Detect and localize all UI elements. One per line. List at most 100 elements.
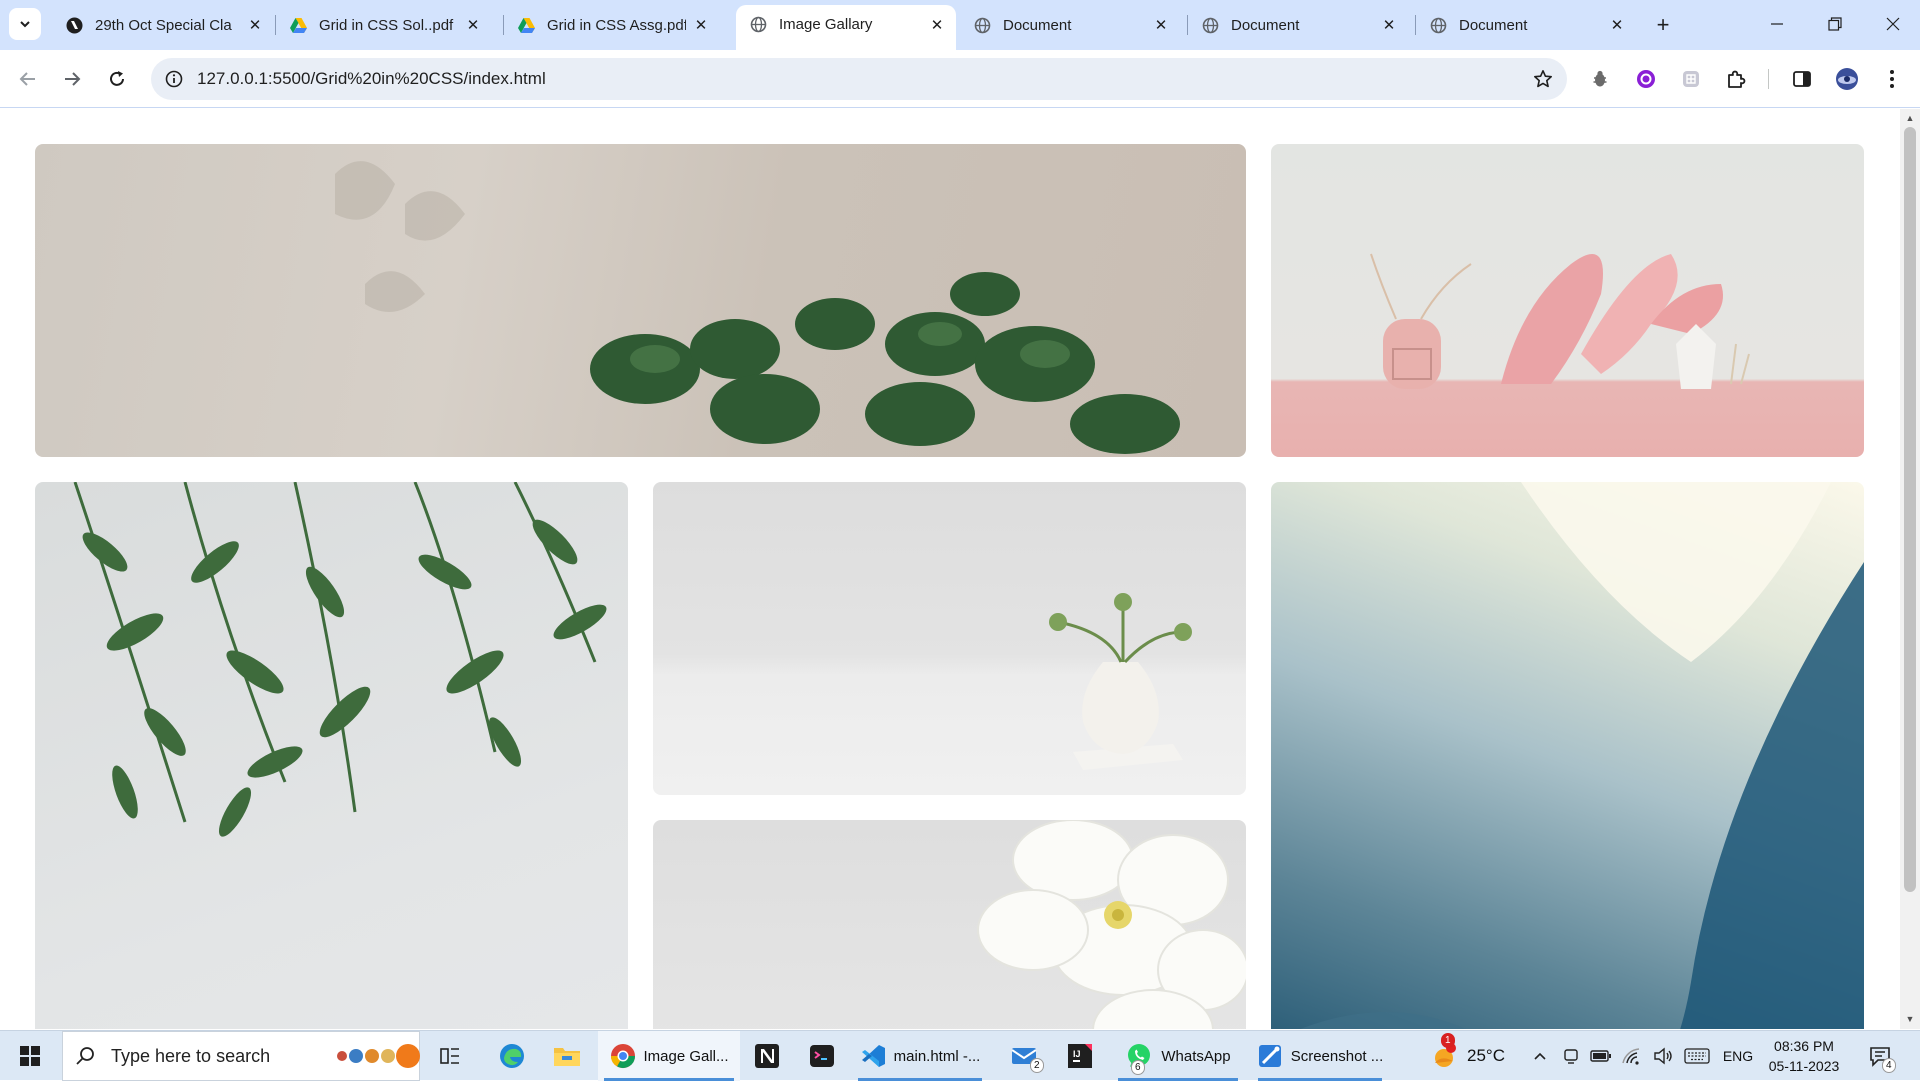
page-viewport	[0, 109, 1900, 1029]
language-indicator[interactable]: ENG	[1718, 1031, 1758, 1081]
taskbar-terminal[interactable]	[800, 1031, 844, 1081]
chrome-icon	[611, 1044, 636, 1069]
taskbar-clock[interactable]: 08:36 PM 05-11-2023	[1756, 1036, 1852, 1076]
screenshot-icon	[1258, 1045, 1281, 1067]
scroll-thumb[interactable]	[1904, 127, 1916, 892]
globe-icon	[974, 17, 991, 34]
profile-avatar[interactable]	[1835, 67, 1859, 91]
task-view-button[interactable]	[428, 1031, 472, 1081]
notification-center-button[interactable]: 4	[1858, 1031, 1902, 1081]
scroll-up-arrow-icon[interactable]: ▲	[1904, 111, 1916, 125]
info-icon[interactable]	[163, 68, 185, 90]
taskbar-app-label: main.html -...	[893, 1047, 981, 1065]
tab-title: Document	[1459, 16, 1528, 34]
globe-icon	[750, 16, 767, 33]
weather-widget[interactable]: 1 25°C	[1420, 1031, 1516, 1081]
windows-taskbar: Type here to search Image Gall... main.h…	[0, 1030, 1920, 1081]
taskbar-edge[interactable]	[490, 1031, 534, 1081]
close-icon[interactable]: ✕	[928, 16, 946, 34]
taskbar-app-label: WhatsApp	[1161, 1047, 1231, 1065]
taskbar-app-label: Screenshot ...	[1290, 1047, 1384, 1065]
restore-button[interactable]	[1806, 0, 1864, 48]
close-icon[interactable]: ✕	[1380, 16, 1398, 34]
tab-title: Document	[1003, 16, 1072, 34]
bookmark-star-icon[interactable]	[1531, 67, 1555, 91]
tab-title: Image Gallary	[779, 16, 873, 33]
taskbar-screenshot[interactable]: Screenshot ...	[1252, 1031, 1388, 1081]
close-icon[interactable]: ✕	[464, 16, 482, 34]
taskbar-jetbrains[interactable]: IJ	[1058, 1031, 1102, 1081]
tab-document-2[interactable]: Document ✕	[1188, 7, 1408, 43]
close-window-button[interactable]	[1864, 0, 1920, 48]
close-icon[interactable]: ✕	[692, 16, 710, 34]
globe-icon	[1202, 17, 1219, 34]
google-drive-icon	[518, 17, 535, 34]
taskbar-mail[interactable]: 2	[1002, 1031, 1048, 1081]
tab-grid-assg-pdf[interactable]: Grid in CSS Assg.pdf ✕	[504, 7, 720, 43]
address-bar[interactable]: 127.0.0.1:5500/Grid%20in%20CSS/index.htm…	[151, 58, 1567, 100]
tab-image-gallary[interactable]: Image Gallary ✕	[736, 5, 956, 50]
close-icon[interactable]: ✕	[246, 16, 264, 34]
language-text: ENG	[1722, 1048, 1754, 1064]
battery-icon[interactable]	[1587, 1031, 1615, 1081]
taskbar-chrome-image-gallery[interactable]: Image Gall...	[598, 1031, 740, 1081]
reload-button[interactable]	[101, 63, 133, 95]
new-tab-button[interactable]: +	[1648, 10, 1678, 40]
gallery-image-pilea-plant	[35, 144, 1246, 457]
taskbar-app-label: Image Gall...	[643, 1047, 729, 1065]
puzzle-icon[interactable]	[1724, 67, 1748, 91]
clock-time: 08:36 PM	[1774, 1038, 1834, 1054]
tab-document-1[interactable]: Document ✕	[960, 7, 1180, 43]
gallery-image-pink-palm	[1271, 144, 1864, 457]
taskbar-search-box[interactable]: Type here to search	[62, 1031, 420, 1081]
search-icon	[76, 1047, 94, 1065]
show-hidden-icons-button[interactable]	[1527, 1031, 1553, 1081]
scroll-down-arrow-icon[interactable]: ▼	[1904, 1012, 1916, 1026]
minimize-icon	[1771, 23, 1783, 25]
meet-now-icon[interactable]	[1558, 1031, 1584, 1081]
keyboard-icon[interactable]	[1681, 1031, 1713, 1081]
close-icon[interactable]: ✕	[1152, 16, 1170, 34]
close-icon[interactable]: ✕	[1608, 16, 1626, 34]
url-text[interactable]: 127.0.0.1:5500/Grid%20in%20CSS/index.htm…	[197, 69, 546, 89]
more-menu-icon[interactable]	[1880, 67, 1904, 91]
side-panel-icon[interactable]	[1790, 67, 1814, 91]
gallery-image-abstract-curve	[1271, 482, 1864, 1029]
arrow-right-icon	[65, 72, 81, 86]
tab-search-button[interactable]	[9, 8, 41, 40]
tab-notion[interactable]: 29th Oct Special Cla ✕	[52, 7, 274, 43]
back-button[interactable]	[12, 63, 44, 95]
bug-extension-icon[interactable]	[1588, 67, 1612, 91]
mail-badge: 2	[1030, 1058, 1044, 1073]
edge-icon	[500, 1044, 524, 1068]
grid-extension-icon[interactable]	[1679, 67, 1703, 91]
taskbar-notion[interactable]	[745, 1031, 789, 1081]
volume-icon[interactable]	[1649, 1031, 1677, 1081]
globe-icon	[1430, 17, 1447, 34]
arrow-left-icon	[19, 72, 35, 86]
taskbar-vscode-main-html[interactable]: main.html -...	[852, 1031, 988, 1081]
chevron-up-icon	[1534, 1052, 1546, 1060]
start-button[interactable]	[0, 1031, 60, 1081]
tab-title: Grid in CSS Assg.pdf	[547, 16, 686, 34]
minimize-button[interactable]	[1748, 0, 1806, 48]
tab-document-3[interactable]: Document ✕	[1416, 7, 1636, 43]
forward-button[interactable]	[56, 63, 88, 95]
search-placeholder: Type here to search	[111, 1045, 271, 1066]
gallery-image-white-flower	[653, 820, 1246, 1029]
taskbar-file-explorer[interactable]	[545, 1031, 589, 1081]
close-icon	[1886, 17, 1900, 31]
weather-alert-badge: 1	[1441, 1033, 1455, 1048]
wifi-icon[interactable]	[1618, 1031, 1646, 1081]
notion-icon	[66, 17, 83, 34]
vertical-scrollbar[interactable]: ▲ ▼	[1900, 109, 1920, 1029]
taskbar-whatsapp[interactable]: 6 WhatsApp	[1112, 1031, 1244, 1081]
plus-icon: +	[1656, 12, 1670, 37]
tab-title: Grid in CSS Sol..pdf	[319, 16, 454, 34]
search-highlight-icon	[337, 1044, 420, 1068]
purple-extension-icon[interactable]	[1634, 67, 1658, 91]
tab-grid-sol-pdf[interactable]: Grid in CSS Sol..pdf ✕	[276, 7, 492, 43]
weather-temp: 25°C	[1467, 1046, 1505, 1065]
svg-text:IJ: IJ	[1073, 1049, 1081, 1059]
whatsapp-badge: 6	[1131, 1060, 1145, 1075]
